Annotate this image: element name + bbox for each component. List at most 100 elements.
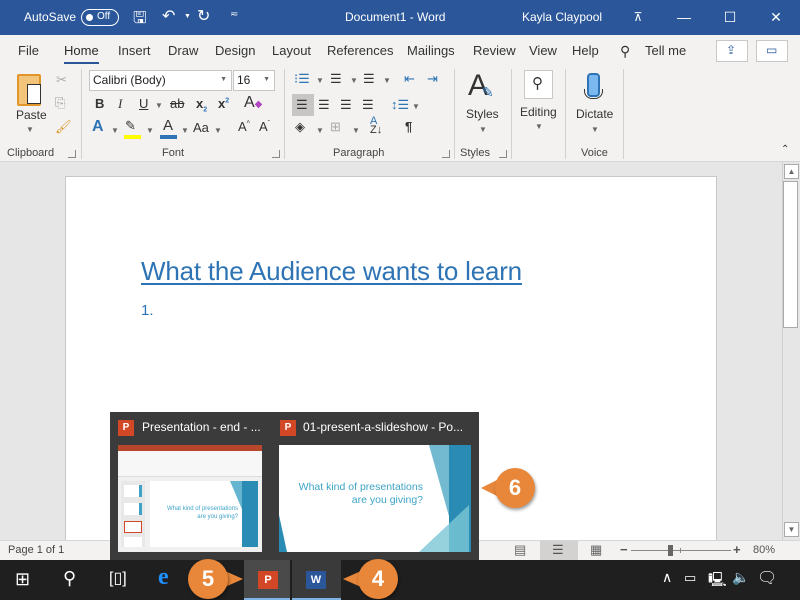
paste-button[interactable]: Paste	[16, 108, 47, 122]
tab-view[interactable]: View	[529, 43, 557, 58]
styles-icon[interactable]: A ✎	[468, 71, 494, 101]
font-color-dropdown-icon[interactable]: ▼	[181, 126, 189, 135]
tab-review[interactable]: Review	[473, 43, 516, 58]
justify-icon[interactable]: ☰	[362, 98, 374, 111]
thumbnail-preview[interactable]: What kind of presentations are you givin…	[279, 445, 471, 552]
multilevel-list-icon[interactable]: ☰	[363, 72, 375, 85]
zoom-in-button[interactable]: +	[733, 542, 741, 557]
multilevel-dropdown-icon[interactable]: ▼	[383, 76, 391, 85]
numbering-dropdown-icon[interactable]: ▼	[350, 76, 358, 85]
shading-dropdown-icon[interactable]: ▼	[316, 126, 324, 135]
show-hidden-icons-icon[interactable]: ∧	[662, 569, 672, 586]
action-center-icon[interactable]: 🗨	[757, 568, 777, 588]
editing-button[interactable]: Editing	[520, 105, 557, 119]
taskbar-word-button[interactable]: W	[292, 560, 341, 600]
thumbnail-title[interactable]: 01-present-a-slideshow - Po...	[303, 420, 463, 434]
paste-icon[interactable]	[17, 74, 41, 106]
align-center-icon[interactable]: ☰	[318, 98, 330, 111]
tab-mailings[interactable]: Mailings	[407, 43, 455, 58]
bold-icon[interactable]: B	[95, 97, 104, 110]
tab-home[interactable]: Home	[64, 43, 99, 64]
user-name[interactable]: Kayla Claypool	[522, 10, 602, 24]
bullets-dropdown-icon[interactable]: ▼	[316, 76, 324, 85]
collapse-ribbon-icon[interactable]: ⌃	[781, 145, 789, 155]
save-icon[interactable]: 🖫	[133, 7, 147, 34]
copy-icon[interactable]: ⎘	[55, 96, 65, 109]
share-button[interactable]: ⇪	[716, 40, 748, 62]
thumbnail-preview[interactable]: What kind of presentations are you givin…	[118, 445, 262, 552]
shading-icon[interactable]: ◈	[295, 120, 305, 133]
text-effects-dropdown-icon[interactable]: ▼	[111, 126, 119, 135]
maximize-button[interactable]: ☐	[707, 0, 753, 35]
task-view-icon[interactable]: [▯]	[109, 568, 127, 588]
underline-dropdown-icon[interactable]: ▼	[155, 101, 163, 110]
paste-dropdown-icon[interactable]: ▼	[26, 125, 34, 134]
highlight-dropdown-icon[interactable]: ▼	[146, 126, 154, 135]
page-info[interactable]: Page 1 of 1	[8, 544, 64, 556]
format-painter-icon[interactable]: 🖌	[55, 120, 72, 133]
font-name-combobox[interactable]: Calibri (Body) ▼	[89, 70, 232, 91]
windows-start-icon[interactable]: ⊞	[15, 569, 30, 590]
shrink-font-icon[interactable]: Aˇ	[259, 120, 270, 133]
tab-draw[interactable]: Draw	[168, 43, 198, 58]
dictate-button[interactable]: Dictate	[576, 107, 613, 121]
ribbon-display-options-icon[interactable]: ⊼	[615, 0, 661, 35]
underline-icon[interactable]: U	[139, 97, 148, 110]
cut-icon[interactable]: ✂	[56, 73, 67, 86]
web-layout-icon[interactable]: ▦	[590, 542, 602, 558]
sort-icon[interactable]: A Z↓	[370, 116, 382, 136]
tab-layout[interactable]: Layout	[272, 43, 311, 58]
volume-icon[interactable]: 🔈	[732, 569, 749, 586]
editing-dropdown-icon[interactable]: ▼	[535, 122, 543, 131]
borders-icon[interactable]: ⊞	[330, 120, 341, 133]
close-button[interactable]: ✕	[753, 0, 799, 35]
line-spacing-icon[interactable]: ↕☰	[391, 98, 409, 111]
show-formatting-icon[interactable]: ¶	[405, 120, 412, 133]
taskbar-powerpoint-button[interactable]: P	[244, 560, 290, 600]
line-spacing-dropdown-icon[interactable]: ▼	[412, 102, 420, 111]
zoom-out-button[interactable]: −	[620, 542, 628, 557]
strikethrough-icon[interactable]: ab	[170, 97, 184, 110]
customize-toolbar-icon[interactable]: ≂	[230, 9, 238, 20]
paragraph-launcher-icon[interactable]	[442, 150, 450, 158]
undo-icon[interactable]: ↶	[162, 6, 175, 26]
tab-file[interactable]: File	[18, 43, 39, 58]
styles-button[interactable]: Styles	[466, 107, 499, 121]
align-left-button[interactable]: ☰	[292, 94, 314, 116]
document-heading[interactable]: What the Audience wants to learn	[141, 256, 522, 287]
search-icon[interactable]: ⚲	[63, 568, 76, 589]
superscript-icon[interactable]: x2	[218, 97, 229, 110]
text-effects-icon[interactable]: A	[92, 119, 104, 135]
increase-indent-icon[interactable]: ⇥	[427, 72, 438, 85]
clipboard-launcher-icon[interactable]	[68, 150, 76, 158]
redo-icon[interactable]: ↻	[197, 6, 210, 26]
numbering-icon[interactable]: ☰	[330, 72, 342, 85]
tab-design[interactable]: Design	[215, 43, 255, 58]
undo-dropdown-icon[interactable]: ▼	[184, 13, 191, 20]
change-case-dropdown-icon[interactable]: ▼	[214, 126, 222, 135]
zoom-level[interactable]: 80%	[753, 544, 775, 556]
scroll-down-button[interactable]: ▼	[784, 522, 799, 537]
highlight-icon[interactable]: ✎	[125, 119, 136, 132]
zoom-slider-handle[interactable]	[668, 545, 673, 556]
grow-font-icon[interactable]: A^	[238, 120, 250, 133]
editing-icon-box[interactable]: ⚲	[524, 70, 553, 99]
battery-icon[interactable]: ▭	[684, 570, 696, 586]
borders-dropdown-icon[interactable]: ▼	[352, 126, 360, 135]
minimize-button[interactable]: —	[661, 0, 707, 35]
align-right-icon[interactable]: ☰	[340, 98, 352, 111]
autosave-toggle[interactable]: Off	[81, 9, 119, 26]
change-case-button[interactable]: Aa	[193, 121, 209, 134]
styles-launcher-icon[interactable]	[499, 150, 507, 158]
zoom-slider-track[interactable]	[631, 550, 731, 551]
tab-insert[interactable]: Insert	[118, 43, 151, 58]
edge-icon[interactable]: e	[158, 564, 169, 591]
scrollbar-thumb[interactable]	[783, 181, 798, 328]
decrease-indent-icon[interactable]: ⇤	[404, 72, 415, 85]
font-size-combobox[interactable]: 16 ▼	[233, 70, 275, 91]
bullets-icon[interactable]: ⁝☰	[294, 72, 310, 85]
network-icon[interactable]: 🖳	[708, 569, 727, 593]
scroll-up-button[interactable]: ▲	[784, 164, 799, 179]
print-layout-button[interactable]: ☰	[540, 541, 578, 560]
clear-formatting-icon[interactable]: A◆	[244, 95, 262, 111]
